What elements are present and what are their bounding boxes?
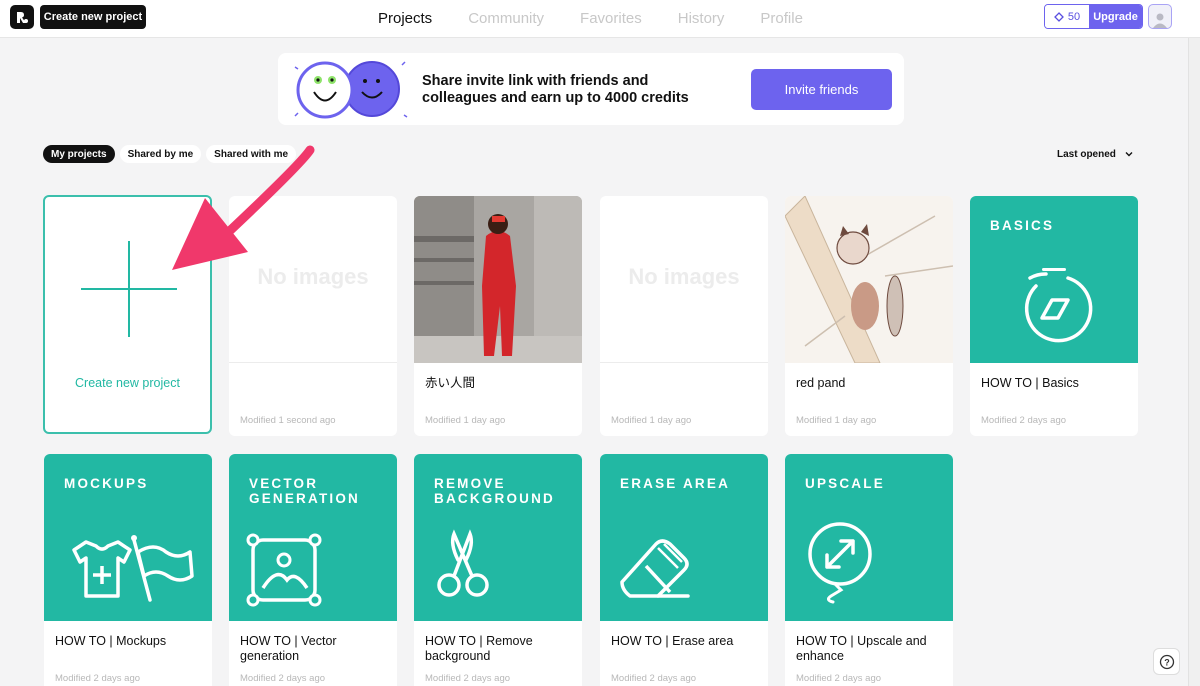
project-title: HOW TO | Mockups bbox=[55, 634, 167, 648]
tutorial-card[interactable]: REMOVE BACKGROUND HOW TO | Remove backgr… bbox=[414, 454, 582, 686]
credit-value: 50 bbox=[1067, 10, 1081, 23]
diamond-icon bbox=[1053, 11, 1064, 22]
project-title: HOW TO | Remove background bbox=[425, 634, 533, 663]
project-title: HOW TO | Vector generation bbox=[240, 634, 337, 663]
nav-community[interactable]: Community bbox=[468, 10, 544, 27]
tshirt-flag-icon bbox=[72, 535, 194, 602]
tutorial-card[interactable]: UPSCALE HOW TO | Upscale and enhance Mod… bbox=[785, 454, 953, 686]
help-glyph: ? bbox=[1164, 657, 1170, 667]
project-title: red pand bbox=[796, 376, 846, 390]
tutorial-tile: BASICS bbox=[970, 196, 1138, 363]
tutorial-tile: MOCKUPS bbox=[44, 454, 212, 621]
help-button[interactable]: ? bbox=[1153, 648, 1180, 675]
invite-banner: Share invite link with friends and colle… bbox=[278, 53, 904, 125]
project-card[interactable]: No images Modified 1 day ago bbox=[600, 196, 768, 436]
tutorial-card[interactable]: VECTOR GENERATION HOW TO | Vector genera… bbox=[229, 454, 397, 686]
project-modified: Modified 2 days ago bbox=[425, 673, 511, 684]
project-title: 赤い人間 bbox=[425, 376, 476, 390]
upscale-balloon-icon bbox=[808, 522, 872, 604]
avatar[interactable] bbox=[1148, 4, 1172, 29]
project-modified: Modified 2 days ago bbox=[981, 415, 1067, 426]
nav-projects[interactable]: Projects bbox=[378, 10, 432, 27]
tutorial-card[interactable]: MOCKUPS HOW TO | Mockups Modified 2 days… bbox=[44, 454, 212, 686]
project-thumbnail-red-panda bbox=[785, 196, 953, 363]
project-title: HOW TO | Basics bbox=[981, 376, 1079, 390]
banner-text: Share invite link with friends and colle… bbox=[422, 73, 689, 106]
scissors-icon bbox=[437, 529, 489, 597]
project-title: HOW TO | Erase area bbox=[611, 634, 734, 648]
nav-favorites[interactable]: Favorites bbox=[580, 10, 642, 27]
filter-my-projects[interactable]: My projects bbox=[43, 145, 115, 163]
vector-image-icon bbox=[246, 533, 322, 607]
sort-label: Last opened bbox=[1057, 148, 1116, 160]
tutorial-tile: REMOVE BACKGROUND bbox=[414, 454, 582, 621]
project-modified: Modified 1 second ago bbox=[240, 415, 336, 426]
project-modified: Modified 1 day ago bbox=[425, 415, 506, 426]
project-modified: Modified 2 days ago bbox=[55, 673, 141, 684]
project-modified: Modified 1 day ago bbox=[611, 415, 692, 426]
project-modified: Modified 2 days ago bbox=[796, 673, 882, 684]
create-project-button[interactable]: Create new project bbox=[40, 5, 146, 29]
chevron-down-icon bbox=[1125, 152, 1133, 157]
user-icon bbox=[1153, 13, 1167, 28]
scrollbar[interactable] bbox=[1188, 38, 1200, 686]
stopwatch-icon bbox=[1024, 268, 1093, 343]
upgrade-button[interactable]: Upgrade bbox=[1089, 5, 1142, 28]
project-card[interactable]: 赤い人間 Modified 1 day ago bbox=[414, 196, 582, 436]
tutorial-tile: ERASE AREA bbox=[600, 454, 768, 621]
app-logo[interactable] bbox=[10, 5, 34, 29]
project-modified: Modified 1 day ago bbox=[796, 415, 877, 426]
tutorial-tile: VECTOR GENERATION bbox=[229, 454, 397, 621]
credits-widget: 50 Upgrade bbox=[1044, 4, 1143, 29]
project-modified: Modified 2 days ago bbox=[240, 673, 326, 684]
tutorial-card[interactable]: BASICS HOW TO | Basics Modified 2 days a… bbox=[970, 196, 1138, 436]
top-bar: Create new project Projects Community Fa… bbox=[0, 0, 1200, 38]
project-modified: Modified 2 days ago bbox=[611, 673, 697, 684]
sort-dropdown[interactable]: Last opened bbox=[1057, 145, 1134, 163]
nav-profile[interactable]: Profile bbox=[760, 10, 803, 27]
project-title: HOW TO | Upscale and enhance bbox=[796, 634, 927, 663]
question-icon: ? bbox=[1159, 654, 1174, 669]
eraser-icon bbox=[620, 539, 690, 598]
create-project-label: Create new project bbox=[75, 376, 180, 390]
project-thumbnail-red-person bbox=[414, 196, 582, 363]
annotation-arrow-icon bbox=[172, 145, 315, 270]
nav-history[interactable]: History bbox=[678, 10, 725, 27]
tutorial-tile: UPSCALE bbox=[785, 454, 953, 621]
main-nav: Projects Community Favorites History Pro… bbox=[378, 0, 839, 36]
smiley-faces-icon bbox=[294, 61, 408, 119]
project-card[interactable]: red pand Modified 1 day ago bbox=[785, 196, 953, 436]
project-thumbnail-empty: No images bbox=[600, 196, 768, 363]
no-images-text: No images bbox=[628, 264, 740, 289]
tutorial-card[interactable]: ERASE AREA HOW TO | Erase area Modified … bbox=[600, 454, 768, 686]
invite-friends-button[interactable]: Invite friends bbox=[751, 69, 892, 110]
credit-count[interactable]: 50 bbox=[1045, 5, 1089, 28]
